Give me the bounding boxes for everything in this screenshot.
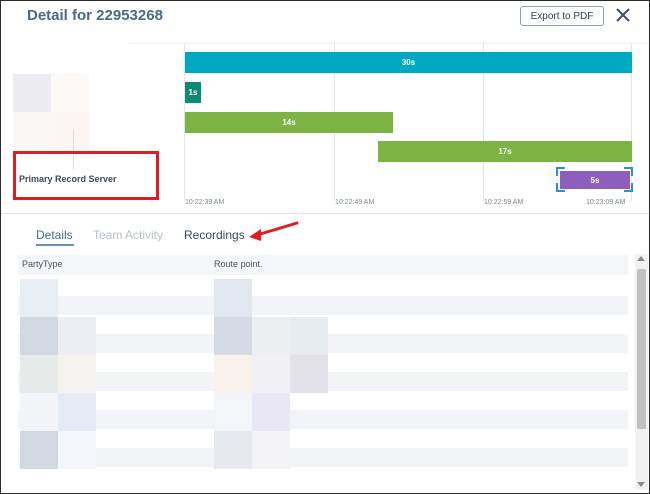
timeline-bar-30s[interactable]: 30s <box>185 52 632 73</box>
blurred-cell <box>214 431 252 469</box>
blurred-cell <box>290 355 328 393</box>
time-tick: 10:22:59 AM <box>484 199 524 206</box>
blurred-cell <box>20 431 58 469</box>
scroll-up-icon[interactable] <box>637 256 645 261</box>
blurred-cell <box>252 355 290 393</box>
table-header <box>18 255 628 275</box>
blurred-cell <box>214 317 252 355</box>
tab-team-activity[interactable]: Team Activity <box>93 228 163 242</box>
dialog-title: Detail for 22953268 <box>27 7 163 24</box>
selection-bracket <box>556 167 633 192</box>
table-row[interactable] <box>18 429 628 448</box>
blurred-cell <box>20 279 58 317</box>
timeline-bar-1s[interactable]: 1s <box>185 82 201 103</box>
blurred-cell <box>58 355 96 393</box>
blurred-cell <box>20 393 58 431</box>
blurred-cell <box>214 355 252 393</box>
tab-details[interactable]: Details <box>36 228 74 246</box>
blurred-cell <box>58 317 96 355</box>
bar-label: 1s <box>188 88 198 97</box>
blurred-cell <box>214 393 252 431</box>
blurred-content <box>51 112 89 150</box>
blurred-cell <box>214 279 252 317</box>
time-tick: 10:23:09 AM <box>586 199 626 206</box>
timeline-bar-14s[interactable]: 14s <box>185 112 393 133</box>
blurred-cell <box>20 317 58 355</box>
table-row[interactable] <box>18 277 628 296</box>
blurred-cell <box>58 431 96 469</box>
blurred-cell <box>252 431 290 469</box>
tab-recordings[interactable]: Recordings <box>184 228 245 242</box>
bar-label: 14s <box>282 118 296 127</box>
tab-label: Details <box>36 228 73 242</box>
timeline-top-rule <box>129 43 649 44</box>
column-header-route-point[interactable]: Route point. <box>214 259 263 269</box>
active-tab-underline <box>36 244 74 246</box>
blurred-cell <box>252 317 290 355</box>
export-to-pdf-button[interactable]: Export to PDF <box>520 6 604 26</box>
annotation-arrow-icon <box>249 221 299 241</box>
blurred-cell <box>20 355 58 393</box>
scroll-down-icon[interactable] <box>637 482 645 487</box>
table-row[interactable] <box>18 296 628 315</box>
blurred-cell <box>252 393 290 431</box>
table-row[interactable] <box>18 448 628 467</box>
column-header-partytype[interactable]: PartyType <box>22 259 63 269</box>
blurred-cell <box>58 393 96 431</box>
table-row[interactable] <box>18 391 628 410</box>
server-label: Primary Record Server <box>19 174 117 184</box>
section-divider <box>1 213 649 214</box>
bar-label: 30s <box>401 58 416 67</box>
scrollbar-thumb[interactable] <box>637 269 646 429</box>
table-row[interactable] <box>18 410 628 429</box>
detail-dialog: Detail for 22953268 Export to PDF Primar… <box>0 0 650 494</box>
bar-label: 17s <box>498 147 512 156</box>
time-tick: 10:22:49 AM <box>335 199 375 206</box>
blurred-cell <box>290 317 328 355</box>
timeline-bar-17s[interactable]: 17s <box>378 141 632 162</box>
blurred-content <box>13 112 51 150</box>
time-tick: 10:22:39 AM <box>185 199 225 206</box>
blurred-content <box>51 74 89 112</box>
table-row[interactable] <box>18 467 628 486</box>
blurred-content <box>13 74 51 112</box>
close-icon[interactable] <box>613 4 633 26</box>
